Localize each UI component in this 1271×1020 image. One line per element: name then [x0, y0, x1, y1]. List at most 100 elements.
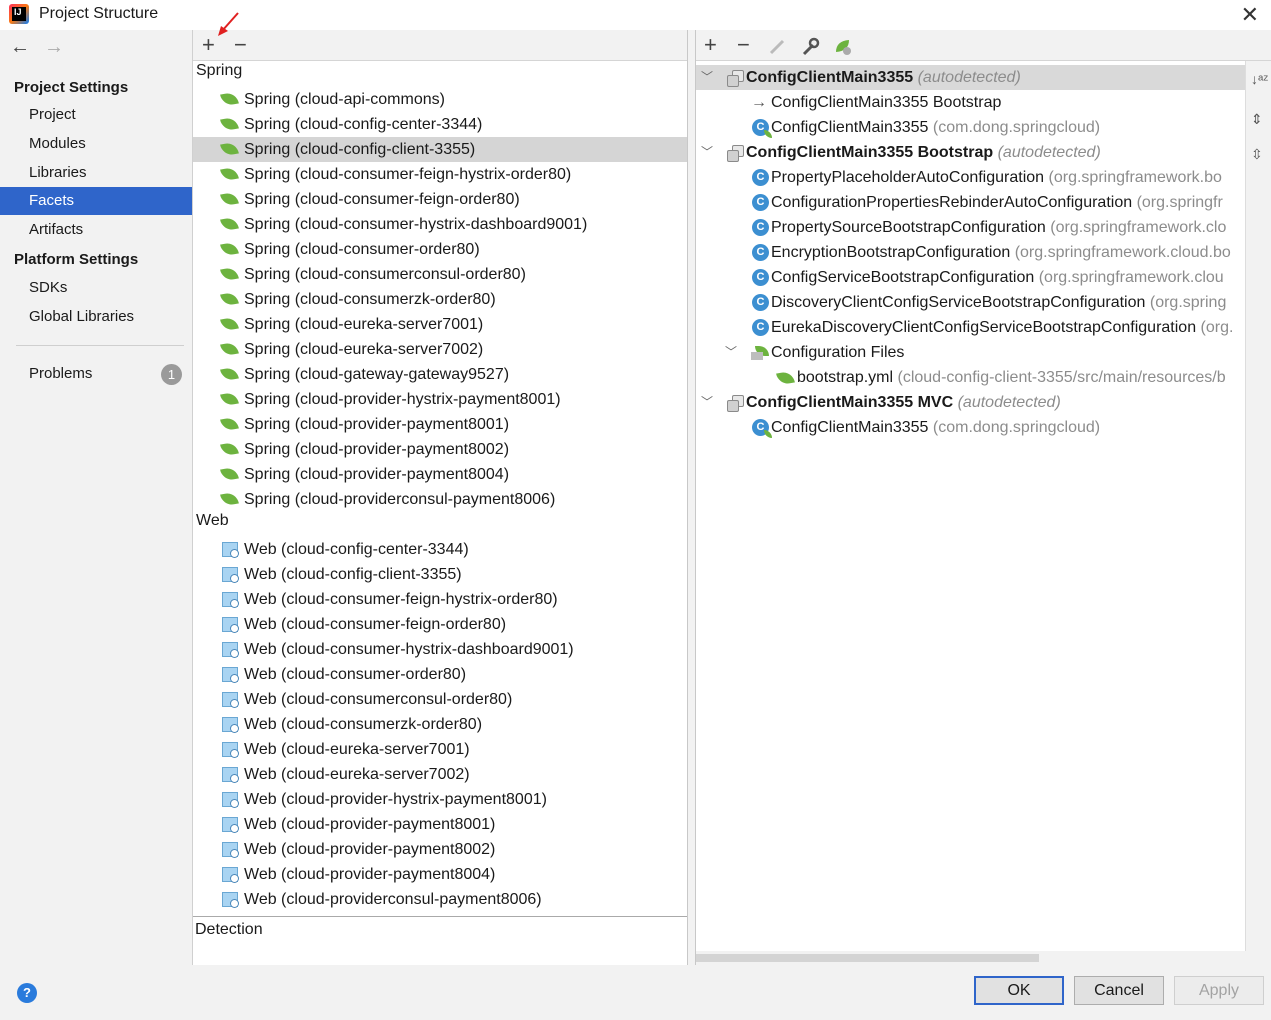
facet-row-spring[interactable]: Spring (cloud-consumerzk-order80) — [193, 287, 687, 312]
sort-alpha-icon[interactable]: ↓ᵃᶻ — [1251, 71, 1268, 87]
facet-label: Spring (cloud-provider-hystrix-payment80… — [244, 391, 561, 408]
forward-icon[interactable]: → — [44, 36, 64, 58]
tree-node-context[interactable]: ﹀ ConfigClientMain3355 Bootstrap (autode… — [696, 140, 1246, 165]
tree-node-context[interactable]: ﹀ ConfigClientMain3355 MVC (autodetected… — [696, 390, 1246, 415]
tree-node-class[interactable]: C ConfigurationPropertiesRebinderAutoConf… — [696, 190, 1246, 215]
facet-row-web[interactable]: Web (cloud-consumer-feign-hystrix-order8… — [193, 587, 687, 612]
edit-pencil-icon[interactable] — [768, 38, 786, 56]
chevron-down-icon[interactable]: ﹀ — [701, 390, 713, 415]
facet-row-spring[interactable]: Spring (cloud-api-commons) — [193, 87, 687, 112]
tree-node-class[interactable]: C ConfigClientMain3355 (com.dong.springc… — [696, 115, 1246, 140]
facet-row-spring[interactable]: Spring (cloud-config-client-3355) — [193, 137, 687, 162]
facet-row-web[interactable]: Web (cloud-config-center-3344) — [193, 537, 687, 562]
facet-row-spring[interactable]: Spring (cloud-config-center-3344) — [193, 112, 687, 137]
context-name: ConfigClientMain3355 Bootstrap — [746, 144, 994, 161]
facet-row-spring[interactable]: Spring (cloud-provider-hystrix-payment80… — [193, 387, 687, 412]
tree-node-class[interactable]: C ConfigClientMain3355 (com.dong.springc… — [696, 415, 1246, 440]
facet-row-spring[interactable]: Spring (cloud-consumer-feign-order80) — [193, 187, 687, 212]
tree-node-class[interactable]: C DiscoveryClientConfigServiceBootstrapCo… — [696, 290, 1246, 315]
facet-label: Web (cloud-consumer-hystrix-dashboard900… — [244, 641, 574, 658]
autodetected-label: (autodetected) — [917, 69, 1021, 86]
facet-row-web[interactable]: Web (cloud-eureka-server7001) — [193, 737, 687, 762]
facet-row-spring[interactable]: Spring (cloud-consumer-hystrix-dashboard… — [193, 212, 687, 237]
context-group-icon — [727, 70, 744, 87]
class-package: (org.springframework.cloud.bo — [1014, 244, 1231, 261]
facet-group-label[interactable]: Spring — [196, 62, 242, 80]
wrench-icon[interactable] — [801, 37, 821, 57]
facet-row-spring[interactable]: Spring (cloud-provider-payment8004) — [193, 462, 687, 487]
intellij-icon: IJ — [9, 4, 29, 24]
tree-node-class[interactable]: C EncryptionBootstrapConfiguration (org.s… — [696, 240, 1246, 265]
facet-row-spring[interactable]: Spring (cloud-eureka-server7002) — [193, 337, 687, 362]
add-facet-button[interactable]: + — [202, 33, 215, 57]
context-name: ConfigClientMain3355 — [746, 69, 914, 86]
sidebar-item-global-libraries[interactable]: Global Libraries — [0, 303, 192, 331]
facet-row-web[interactable]: Web (cloud-provider-payment8001) — [193, 812, 687, 837]
ok-button[interactable]: OK — [974, 976, 1064, 1005]
sidebar-item-artifacts[interactable]: Artifacts — [0, 216, 192, 244]
tree-node-class[interactable]: C ConfigServiceBootstrapConfiguration (or… — [696, 265, 1246, 290]
tree-node-file[interactable]: bootstrap.yml (cloud-config-client-3355/… — [696, 365, 1246, 390]
spring-leaf-icon — [220, 341, 239, 357]
sidebar-item-libraries[interactable]: Libraries — [0, 159, 192, 187]
close-icon[interactable]: ✕ — [1241, 2, 1259, 28]
tree-node-context[interactable]: ﹀ ConfigClientMain3355 (autodetected) — [696, 65, 1246, 90]
sidebar-item-sdks[interactable]: SDKs — [0, 274, 192, 302]
tree-node-parent-link[interactable]: → ConfigClientMain3355 Bootstrap — [696, 90, 1246, 115]
facet-row-web[interactable]: Web (cloud-provider-payment8004) — [193, 862, 687, 887]
facet-row-spring[interactable]: Spring (cloud-provider-payment8002) — [193, 437, 687, 462]
tree-node-config-files[interactable]: ﹀ Configuration Files — [696, 340, 1246, 365]
tree-node-class[interactable]: C EurekaDiscoveryClientConfigServiceBoots… — [696, 315, 1246, 340]
facet-row-web[interactable]: Web (cloud-providerconsul-payment8006) — [193, 887, 687, 912]
tree-node-class[interactable]: C PropertySourceBootstrapConfiguration (o… — [696, 215, 1246, 240]
spring-settings-icon[interactable] — [833, 37, 853, 57]
chevron-down-icon[interactable]: ﹀ — [701, 65, 713, 90]
facet-row-web[interactable]: Web (cloud-consumer-feign-order80) — [193, 612, 687, 637]
web-facet-icon — [222, 592, 239, 608]
horizontal-scrollbar[interactable] — [696, 951, 1246, 965]
facet-row-spring[interactable]: Spring (cloud-consumerconsul-order80) — [193, 262, 687, 287]
facet-row-spring[interactable]: Spring (cloud-providerconsul-payment8006… — [193, 487, 687, 512]
facet-row-web[interactable]: Web (cloud-eureka-server7002) — [193, 762, 687, 787]
spring-leaf-icon — [220, 241, 239, 257]
class-icon: C — [752, 319, 769, 336]
facet-group-label[interactable]: Web — [196, 512, 229, 530]
facet-row-web[interactable]: Web (cloud-provider-hystrix-payment8001) — [193, 787, 687, 812]
facet-row-spring[interactable]: Spring (cloud-consumer-order80) — [193, 237, 687, 262]
facet-row-spring[interactable]: Spring (cloud-eureka-server7001) — [193, 312, 687, 337]
tree-node-class[interactable]: C PropertyPlaceholderAutoConfiguration (o… — [696, 165, 1246, 190]
remove-context-button[interactable]: − — [737, 33, 750, 57]
facet-row-web[interactable]: Web (cloud-provider-payment8002) — [193, 837, 687, 862]
facet-row-web[interactable]: Web (cloud-consumer-order80) — [193, 662, 687, 687]
facet-row-spring[interactable]: Spring (cloud-consumer-feign-hystrix-ord… — [193, 162, 687, 187]
collapse-all-icon[interactable]: ⇳ — [1251, 146, 1263, 163]
details-toolbar: + − — [696, 30, 1271, 61]
add-context-button[interactable]: + — [704, 33, 717, 57]
context-group-icon — [727, 145, 744, 162]
facet-row-web[interactable]: Web (cloud-consumer-hystrix-dashboard900… — [193, 637, 687, 662]
facet-row-spring[interactable]: Spring (cloud-gateway-gateway9527) — [193, 362, 687, 387]
back-icon[interactable]: ← — [10, 36, 30, 58]
facet-row-web[interactable]: Web (cloud-consumerconsul-order80) — [193, 687, 687, 712]
facet-label: Web (cloud-provider-payment8002) — [244, 841, 496, 858]
sidebar-item-facets[interactable]: Facets — [0, 187, 192, 215]
detection-section[interactable]: Detection — [193, 916, 687, 965]
sidebar-divider — [16, 345, 184, 346]
facet-label: Web (cloud-consumer-feign-hystrix-order8… — [244, 591, 558, 608]
sidebar-item-project[interactable]: Project — [0, 101, 192, 129]
facet-row-web[interactable]: Web (cloud-config-client-3355) — [193, 562, 687, 587]
help-button[interactable]: ? — [17, 983, 37, 1003]
apply-button[interactable]: Apply — [1174, 976, 1264, 1005]
sidebar-item-modules[interactable]: Modules — [0, 130, 192, 158]
expand-all-icon[interactable]: ⇕ — [1251, 111, 1263, 128]
sidebar-item-problems[interactable]: Problems 1 — [0, 360, 192, 388]
chevron-down-icon[interactable]: ﹀ — [725, 340, 737, 365]
facet-label: Web (cloud-consumer-feign-order80) — [244, 616, 507, 633]
cancel-button[interactable]: Cancel — [1074, 976, 1164, 1005]
spring-leaf-icon — [220, 191, 239, 207]
chevron-down-icon[interactable]: ﹀ — [701, 140, 713, 165]
scrollbar-thumb[interactable] — [696, 954, 1039, 962]
facet-row-spring[interactable]: Spring (cloud-provider-payment8001) — [193, 412, 687, 437]
facet-row-web[interactable]: Web (cloud-consumerzk-order80) — [193, 712, 687, 737]
web-facet-icon — [222, 542, 239, 558]
